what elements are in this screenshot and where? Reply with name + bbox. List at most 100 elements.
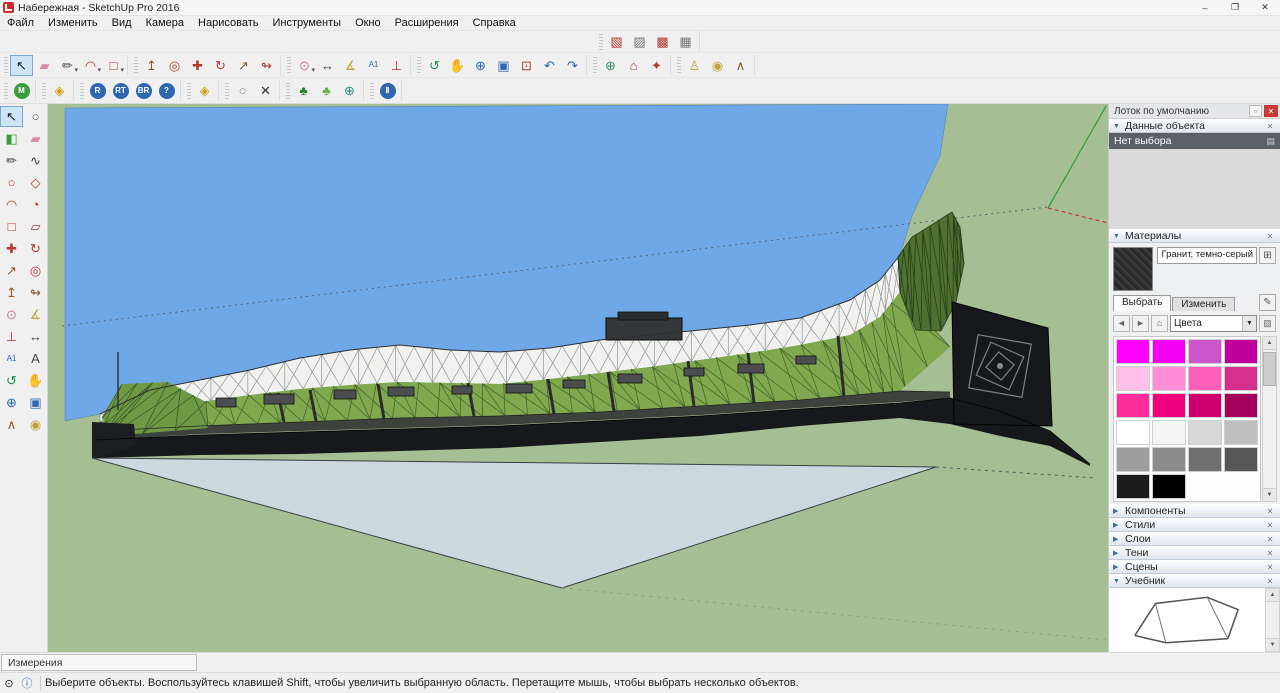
zoom-tool[interactable]: ⊕ (0, 392, 23, 413)
tray-section-close-icon[interactable]: ✕ (1264, 563, 1276, 572)
palette-scrollbar[interactable]: ▲ ▼ (1262, 336, 1277, 502)
color-swatch[interactable] (1116, 393, 1150, 418)
measurements-field[interactable]: Измерения (1, 654, 197, 671)
in-model-icon[interactable]: ▨ (1259, 314, 1276, 332)
sample-paint-button[interactable]: ✎ (1259, 294, 1276, 311)
dimension-tool[interactable]: ↔ (24, 326, 47, 347)
walk-tool[interactable]: ∧ (0, 414, 23, 435)
color-swatch[interactable] (1152, 474, 1186, 499)
scrollbar-thumb[interactable] (1263, 352, 1276, 386)
freehand-tool[interactable]: ∿ (24, 150, 47, 171)
offset-tool[interactable]: ◎ (163, 55, 186, 76)
zoom-extents-tool[interactable]: ⊡ (515, 55, 538, 76)
walk-tool[interactable]: ∧ (729, 55, 752, 76)
tray-section-header[interactable]: ▶ Стили ✕ (1109, 518, 1280, 532)
tab-select[interactable]: Выбрать (1113, 295, 1172, 311)
color-swatch[interactable] (1152, 393, 1186, 418)
color-swatch[interactable] (1188, 447, 1222, 472)
entity-info-close-icon[interactable]: ✕ (1264, 122, 1276, 131)
section-cut-toggle[interactable]: ▩ (651, 31, 674, 52)
color-swatch[interactable] (1116, 366, 1150, 391)
rotate-tool[interactable]: ↻ (209, 55, 232, 76)
scroll-down-icon[interactable]: ▼ (1263, 488, 1276, 501)
toolbar-grip[interactable] (42, 82, 46, 99)
entity-detail-icon[interactable]: ▤ (1266, 136, 1275, 147)
zoom-window-tool[interactable]: ▣ (492, 55, 515, 76)
text-tool[interactable]: A1 (0, 348, 23, 369)
polygon-tool[interactable]: ◇ (24, 172, 47, 193)
toolbar-grip[interactable] (286, 82, 290, 99)
orbit-tool[interactable]: ↺ (423, 55, 446, 76)
tag2-tool[interactable]: ◈ (193, 80, 216, 101)
toolbar-grip[interactable] (370, 82, 374, 99)
toolbar-grip[interactable] (4, 57, 8, 73)
home-icon[interactable]: ⌂ (1151, 314, 1168, 332)
color-swatch[interactable] (1116, 420, 1150, 445)
pencil-tool[interactable]: ✏ (0, 150, 23, 171)
toolbar-grip[interactable] (287, 57, 291, 73)
plugin-help-tool[interactable]: ? (155, 80, 178, 101)
tree-tool[interactable]: ♣ (292, 80, 315, 101)
color-swatch[interactable] (1224, 339, 1258, 364)
toolbar-grip[interactable] (417, 57, 421, 73)
toolbar-grip[interactable] (80, 82, 84, 99)
toolbar-grip[interactable] (677, 57, 681, 73)
color-swatch[interactable] (1152, 420, 1186, 445)
protractor-tool[interactable]: ∡ (24, 304, 47, 325)
tray-section-close-icon[interactable]: ✕ (1264, 549, 1276, 558)
color-swatch[interactable] (1152, 366, 1186, 391)
protractor-tool[interactable]: ∡ (339, 55, 362, 76)
axes-tool[interactable]: ⊥ (0, 326, 23, 347)
tape-measure-tool[interactable]: ⊙ ▾ (293, 55, 316, 76)
minimize-button[interactable]: – (1190, 0, 1220, 16)
tree-sparkle-tool[interactable]: ♣ (315, 80, 338, 101)
tray-section-header[interactable]: ▶ Слои ✕ (1109, 532, 1280, 546)
info-icon[interactable]: ⓘ (18, 675, 36, 691)
paint-bucket-tool[interactable]: ◧ (0, 128, 23, 149)
look-around-tool[interactable]: ◉ (706, 55, 729, 76)
next-view-tool[interactable]: ↷ (561, 55, 584, 76)
circle-tool[interactable]: ○ (0, 172, 23, 193)
text-3d-tool[interactable]: A (24, 348, 47, 369)
select-tool[interactable]: ↖ (0, 106, 23, 127)
menu-item[interactable]: Вид (105, 16, 139, 30)
scatter-tool[interactable]: ✕ (254, 80, 277, 101)
toolbar-grip[interactable] (593, 57, 597, 73)
tape-measure-tool[interactable]: ⊙ (0, 304, 23, 325)
menu-item[interactable]: Файл (0, 16, 41, 30)
tray-section-header[interactable]: ▶ Тени ✕ (1109, 546, 1280, 560)
forward-arrow-icon[interactable]: ► (1132, 314, 1149, 332)
materials-header[interactable]: ▼ Материалы ✕ (1109, 229, 1280, 243)
tray-section-close-icon[interactable]: ✕ (1264, 521, 1276, 530)
collection-dropdown[interactable]: Цвета ▼ (1170, 314, 1257, 332)
render-br-tool[interactable]: BR (132, 80, 155, 101)
entity-info-header[interactable]: ▼ Данные объекта ✕ (1109, 119, 1280, 133)
line-tool[interactable]: ✏ ▾ (56, 55, 79, 76)
tray-section-header[interactable]: ▶ Компоненты ✕ (1109, 504, 1280, 518)
color-swatch[interactable] (1152, 339, 1186, 364)
instructor-scrollbar[interactable]: ▲ ▼ (1265, 588, 1280, 652)
add-location-tool[interactable]: ⊕ (599, 55, 622, 76)
material-plugin-tool[interactable]: M (10, 80, 33, 101)
tray-section-close-icon[interactable]: ✕ (1264, 535, 1276, 544)
chevron-down-icon[interactable]: ▼ (1242, 315, 1256, 331)
zoom-window-tool[interactable]: ▣ (24, 392, 47, 413)
section-fill-toggle[interactable]: ▦ (674, 31, 697, 52)
tray-section-header[interactable]: ▶ Сцены ✕ (1109, 560, 1280, 574)
orbit-tool[interactable]: ↺ (0, 370, 23, 391)
color-swatch[interactable] (1188, 420, 1222, 445)
color-swatch[interactable] (1224, 420, 1258, 445)
menu-item[interactable]: Расширения (388, 16, 466, 30)
extension-warehouse-tool[interactable]: ✦ (645, 55, 668, 76)
pause-tool[interactable]: Ⅱ (376, 80, 399, 101)
toolbar-grip[interactable] (187, 82, 191, 99)
instructor-close-icon[interactable]: ✕ (1264, 577, 1276, 586)
dimension-tool[interactable]: ↔ (316, 55, 339, 76)
eraser-tool[interactable]: ▰ (33, 55, 56, 76)
warehouse-3d-tool[interactable]: ⌂ (622, 55, 645, 76)
move-tool[interactable]: ✚ (186, 55, 209, 76)
menu-item[interactable]: Нарисовать (191, 16, 265, 30)
color-swatch[interactable] (1224, 447, 1258, 472)
pan-tool[interactable]: ✋ (446, 55, 469, 76)
zoom-tool[interactable]: ⊕ (469, 55, 492, 76)
